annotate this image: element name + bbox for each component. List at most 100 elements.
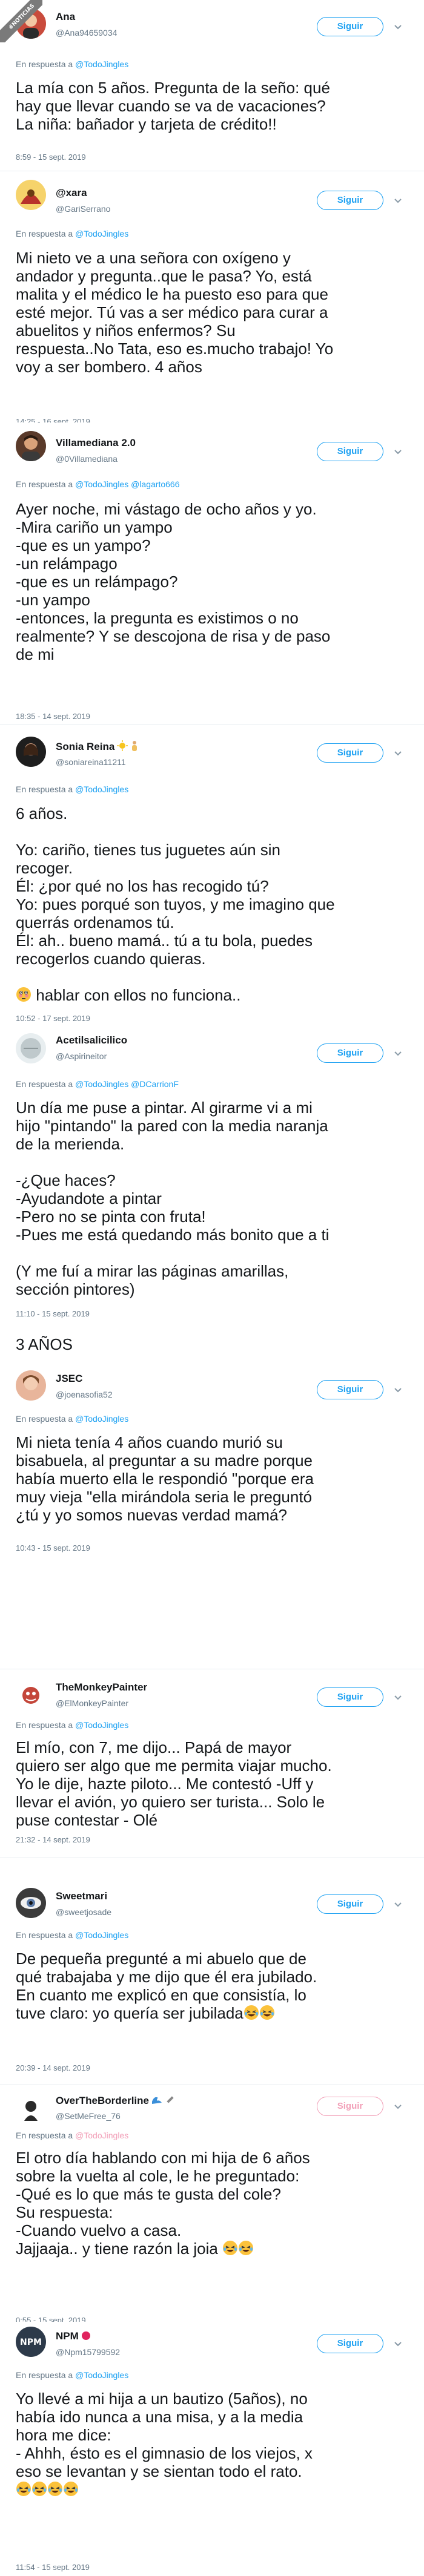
timestamp[interactable]: 11:10 - 15 sept. 2019: [16, 1309, 90, 1318]
mention-link[interactable]: @TodoJingles: [75, 1720, 128, 1730]
reply-context: En respuesta a @TodoJingles: [16, 1414, 128, 1424]
follow-button[interactable]: Siguir: [317, 1043, 383, 1063]
chevron-down-icon[interactable]: [393, 21, 403, 32]
tweet-line: esté mejor. Tú vas a ser médico para cur…: [16, 303, 328, 321]
follow-button[interactable]: Siguir: [317, 442, 383, 461]
follow-button[interactable]: Siguir: [317, 191, 383, 210]
avatar[interactable]: [16, 1033, 46, 1063]
follow-button[interactable]: Siguir: [317, 1687, 383, 1707]
mention-link[interactable]: @TodoJingles: [75, 229, 128, 238]
tweet-line: Mi nieto ve a una señora con oxígeno y: [16, 249, 291, 267]
avatar[interactable]: [16, 1679, 46, 1709]
user-handle[interactable]: @soniareina11211: [56, 757, 126, 767]
user-handle[interactable]: @0Villamediana: [56, 454, 118, 464]
user-handle[interactable]: @joenasofia52: [56, 1390, 113, 1399]
tweet-text: El mío, con 7, me dijo... Papá de mayor …: [16, 1738, 409, 1829]
display-name-text[interactable]: Sonia Reina: [56, 741, 114, 752]
mention-link[interactable]: @TodoJingles: [75, 1414, 128, 1424]
avatar[interactable]: NPM: [16, 2327, 46, 2357]
reply-prefix: En respuesta a: [16, 1414, 73, 1424]
tweet-line: - Ahhh, ésto es el gimnasio de los viejo…: [16, 2444, 313, 2462]
chevron-down-icon[interactable]: [393, 2101, 403, 2112]
chevron-down-icon[interactable]: [393, 1692, 403, 1703]
tweet-line: tuve claro: yo quería ser jubilada: [16, 2004, 409, 2022]
avatar[interactable]: [16, 1888, 46, 1918]
tweet-text: Yo llevé a mi hija a un bautizo (5años),…: [16, 2390, 409, 2499]
display-name[interactable]: NPM: [56, 2330, 91, 2344]
tweet-line: de la merienda.: [16, 1135, 125, 1153]
chevron-down-icon[interactable]: [393, 748, 403, 758]
avatar[interactable]: [16, 431, 46, 461]
tweet-line: [16, 1244, 409, 1262]
follow-button[interactable]: Siguir: [317, 1380, 383, 1399]
tweet-card: Acetilsalicilico @Aspirineitor Siguir En…: [0, 1025, 424, 1385]
avatar[interactable]: [16, 1370, 46, 1401]
avatar[interactable]: [16, 737, 46, 767]
tweet-line: Él: ah.. bueno mamá.. tú a tu bola, pued…: [16, 932, 313, 950]
display-name[interactable]: Sweetmari: [56, 1890, 107, 1902]
reply-prefix: En respuesta a: [16, 1930, 73, 1940]
mention-link[interactable]: @TodoJingles: [75, 2370, 128, 2380]
display-name[interactable]: Villamediana 2.0: [56, 437, 136, 449]
follow-button[interactable]: Siguir: [317, 2334, 383, 2353]
display-name[interactable]: Ana: [56, 11, 75, 23]
timestamp[interactable]: 20:39 - 14 sept. 2019: [16, 2063, 90, 2072]
timestamp[interactable]: 8:59 - 15 sept. 2019: [16, 153, 86, 162]
follow-button[interactable]: Siguir: [317, 2097, 383, 2116]
tweet-line: querrás ordenamos tú.: [16, 913, 174, 932]
display-name-text[interactable]: NPM: [56, 2330, 79, 2342]
chevron-down-icon[interactable]: [393, 195, 403, 206]
tweet-line: realmente? Y se descojona de risa y de p…: [16, 627, 331, 645]
mention-link[interactable]: @TodoJingles: [75, 1079, 128, 1089]
display-name[interactable]: Acetilsalicilico: [56, 1034, 127, 1046]
display-name[interactable]: OverTheBorderline: [56, 2094, 176, 2108]
mention-link[interactable]: @DCarrionF: [131, 1079, 179, 1089]
follow-button[interactable]: Siguir: [317, 1894, 383, 1914]
tweet-line: hablar con ellos no funciona..: [16, 986, 409, 1004]
tweet-line: voy a ser bombero. 4 años: [16, 358, 202, 376]
user-handle[interactable]: @GariSerrano: [56, 204, 110, 214]
chevron-down-icon[interactable]: [393, 446, 403, 457]
chevron-down-icon[interactable]: [393, 1384, 403, 1395]
follow-button[interactable]: Siguir: [317, 743, 383, 763]
display-name[interactable]: TheMonkeyPainter: [56, 1681, 147, 1694]
display-name[interactable]: Sonia Reina: [56, 740, 139, 754]
user-handle[interactable]: @Ana94659034: [56, 28, 117, 38]
reply-context: En respuesta a @TodoJingles @lagarto666: [16, 479, 180, 489]
reply-context: En respuesta a @TodoJingles: [16, 1720, 128, 1730]
chevron-down-icon[interactable]: [393, 1899, 403, 1910]
timestamp[interactable]: 21:32 - 14 sept. 2019: [16, 1835, 90, 1844]
mention-link[interactable]: @TodoJingles: [75, 479, 128, 489]
avatar[interactable]: [16, 180, 46, 210]
timestamp[interactable]: 18:35 - 14 sept. 2019: [16, 712, 90, 721]
tweet-line: recogerlos cuando quieras.: [16, 950, 206, 968]
timestamp[interactable]: 10:52 - 17 sept. 2019: [16, 1014, 90, 1023]
tweet-line: 6 años.: [16, 804, 68, 823]
mention-link[interactable]: @TodoJingles: [75, 1930, 128, 1940]
reply-prefix: En respuesta a: [16, 59, 73, 69]
timestamp[interactable]: 11:54 - 15 sept. 2019: [16, 2563, 90, 2572]
display-name[interactable]: @xara: [56, 187, 87, 199]
user-handle[interactable]: @ElMonkeyPainter: [56, 1698, 128, 1708]
chevron-down-icon[interactable]: [393, 1048, 403, 1059]
user-handle[interactable]: @sweetjosade: [56, 1907, 111, 1917]
tweet-line: De pequeña pregunté a mi abuelo que de: [16, 1950, 306, 1968]
tweet-line: Él: ¿por qué no los has recogido tú?: [16, 877, 269, 895]
mention-link[interactable]: @TodoJingles: [75, 2131, 128, 2140]
user-handle[interactable]: @Aspirineitor: [56, 1051, 107, 1061]
tweet-line: sobre la vuelta al cole, le he preguntad…: [16, 2167, 300, 2185]
avatar[interactable]: [16, 2094, 46, 2124]
chevron-down-icon[interactable]: [393, 2338, 403, 2349]
follow-button[interactable]: Siguir: [317, 17, 383, 36]
display-name[interactable]: JSEC: [56, 1373, 82, 1385]
display-name-text[interactable]: OverTheBorderline: [56, 2095, 149, 2106]
tweet-line: había ido nunca a una misa, y a la media: [16, 2408, 303, 2426]
mention-link[interactable]: @TodoJingles: [75, 784, 128, 794]
tweet-text: De pequeña pregunté a mi abuelo que de q…: [16, 1950, 409, 2022]
tweet-line: eso se levantan y se sientan todo el rat…: [16, 2462, 302, 2480]
timestamp[interactable]: 10:43 - 15 sept. 2019: [16, 1543, 90, 1552]
mention-link[interactable]: @TodoJingles: [75, 59, 128, 69]
user-handle[interactable]: @SetMeFree_76: [56, 2111, 121, 2121]
user-handle[interactable]: @Npm15799592: [56, 2347, 120, 2357]
mention-link[interactable]: @lagarto666: [131, 479, 179, 489]
